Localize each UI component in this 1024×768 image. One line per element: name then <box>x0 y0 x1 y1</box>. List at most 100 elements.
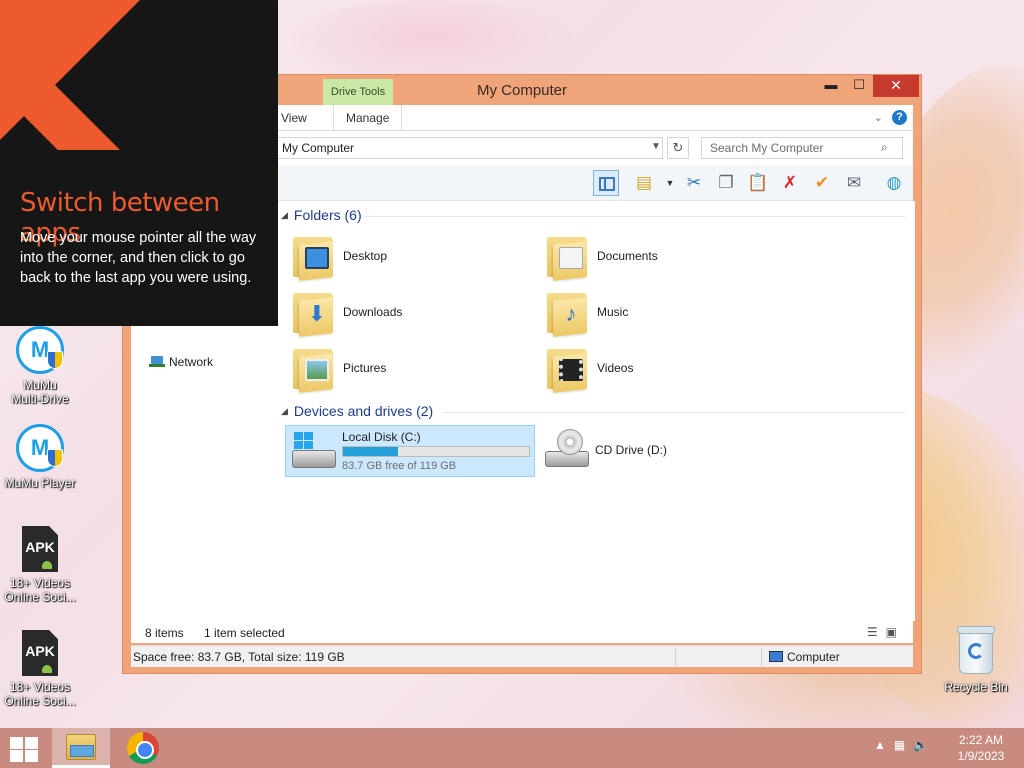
properties-dropdown-button[interactable]: ▼ <box>657 170 683 196</box>
ribbon-expand-chevron-icon[interactable]: ⌄ <box>874 111 883 124</box>
cd-drive-icon <box>543 429 591 473</box>
folder-label: Pictures <box>343 361 387 375</box>
folder-label: Videos <box>597 361 634 375</box>
desktop-icon-recycle-bin[interactable]: Recycle Bin <box>940 626 1012 694</box>
close-button[interactable]: ✕ <box>873 75 919 97</box>
folder-item-pictures[interactable]: Pictures <box>287 343 537 395</box>
search-input[interactable]: Search My Computer <box>701 137 903 159</box>
arrow-up-left-icon <box>0 0 170 150</box>
desktop-icon-label: MuMu <box>23 378 57 392</box>
taskbar-file-explorer[interactable] <box>52 728 110 768</box>
start-button[interactable] <box>8 734 40 762</box>
group-divider <box>365 216 905 217</box>
envelope-icon: ✉ <box>846 173 862 192</box>
uac-shield-icon <box>47 351 63 369</box>
layout-pane-button[interactable] <box>593 170 619 196</box>
network-status-icon[interactable]: ▦ <box>894 738 913 752</box>
drive-item-local-disk-c[interactable]: Local Disk (C:) 83.7 GB free of 119 GB <box>285 425 535 477</box>
checkmark-icon: ✔ <box>814 173 830 192</box>
folder-item-music[interactable]: ♪ Music <box>541 287 791 339</box>
delete-x-icon: ✗ <box>782 173 798 192</box>
folder-item-downloads[interactable]: ⬇ Downloads <box>287 287 537 339</box>
computer-icon <box>769 651 783 662</box>
details-bar: Space free: 83.7 GB, Total size: 119 GB … <box>131 645 913 667</box>
desktop-icon-apk-file[interactable]: APK 18+ Videos Online Soci... <box>0 630 80 708</box>
desktop-icon-mumu-player[interactable]: M MuMu Player <box>0 424 80 490</box>
search-icon[interactable]: ⌕ <box>881 140 888 155</box>
desktop-icon-label: Recycle Bin <box>944 680 1008 694</box>
refresh-button[interactable]: ↻ <box>667 137 689 159</box>
paste-button[interactable]: 📋 <box>745 170 771 196</box>
apk-file-icon: APK <box>22 630 58 676</box>
folder-item-videos[interactable]: Videos <box>541 343 791 395</box>
desktop-icon-label: 18+ Videos <box>9 680 71 694</box>
drive-item-cd-drive-d[interactable]: CD Drive (D:) <box>539 425 789 477</box>
clock[interactable]: 2:22 AM 1/9/2023 <box>946 732 1016 764</box>
maximize-button[interactable]: ☐ <box>845 75 873 97</box>
drive-usage-bar <box>342 446 530 457</box>
downloads-folder-icon: ⬇ <box>293 289 335 337</box>
taskbar: ▲▦🔈 2:22 AM 1/9/2023 <box>0 728 1024 768</box>
drive-label: CD Drive (D:) <box>595 443 667 457</box>
details-view-icon[interactable]: ☰ <box>867 625 886 639</box>
chevron-down-icon: ▼ <box>665 178 675 188</box>
collapse-caret-icon[interactable]: ◢ <box>281 210 288 220</box>
drive-free-space: 83.7 GB free of 119 GB <box>342 460 457 472</box>
copy-button[interactable]: ❐ <box>713 170 739 196</box>
properties-icon: ▤ <box>635 173 653 192</box>
address-dropdown-chevron-icon[interactable]: ▼ <box>651 141 661 152</box>
desktop-icon-label: MuMu Player <box>4 476 76 490</box>
collapse-caret-icon[interactable]: ◢ <box>281 406 288 416</box>
tab-manage[interactable]: Manage <box>333 105 403 130</box>
folder-label: Documents <box>597 249 658 263</box>
mumu-multi-drive-icon: M <box>16 326 64 374</box>
nav-item-network[interactable]: Network <box>149 355 213 369</box>
clock-date: 1/9/2023 <box>957 749 1005 763</box>
scissors-icon: ✂ <box>686 173 702 192</box>
apk-file-icon: APK <box>22 526 58 572</box>
show-hidden-icons-icon[interactable]: ▲ <box>874 738 894 752</box>
music-folder-icon: ♪ <box>547 289 589 337</box>
volume-icon[interactable]: 🔈 <box>913 738 936 752</box>
folder-item-desktop[interactable]: Desktop <box>287 231 537 283</box>
uac-shield-icon <box>47 449 63 467</box>
windows-logo-icon <box>294 432 314 450</box>
drive-label: Local Disk (C:) <box>342 430 421 444</box>
group-header-devices-and-drives[interactable]: ◢ Devices and drives (2) <box>281 403 433 419</box>
preview-pane-icon <box>599 177 615 191</box>
delete-button[interactable]: ✗ <box>777 170 803 196</box>
folder-item-documents[interactable]: Documents <box>541 231 791 283</box>
drive-usage-fill <box>343 447 399 456</box>
tip-body: Move your mouse pointer all the way into… <box>20 230 257 286</box>
nav-item-label: Network <box>169 355 214 369</box>
file-content-area: ◢ Folders (6) Desktop Documents ⬇ Downloa… <box>279 201 915 621</box>
divider <box>675 648 676 666</box>
documents-folder-icon <box>547 233 589 281</box>
desktop-icon-apk-file[interactable]: APK 18+ Videos Online Soci... <box>0 526 80 604</box>
minimize-button[interactable]: ▬ <box>817 75 845 97</box>
desktop-icon-label: Multi-Drive <box>11 392 69 406</box>
properties-button[interactable]: ▤ <box>631 170 657 196</box>
large-icons-view-icon[interactable]: ▣ <box>886 625 905 639</box>
folder-label: Downloads <box>343 305 403 319</box>
cut-button[interactable]: ✂ <box>681 170 707 196</box>
item-count: 8 items <box>145 626 184 640</box>
local-disk-icon <box>290 430 338 474</box>
system-tray: ▲▦🔈 <box>874 738 936 752</box>
recycle-bin-icon <box>957 626 995 674</box>
network-globe-button[interactable]: ◍ <box>881 170 907 196</box>
folder-label: Music <box>597 305 629 319</box>
chrome-icon <box>127 732 159 764</box>
group-header-folders[interactable]: ◢ Folders (6) <box>281 207 362 223</box>
desktop-icon-mumu-multi-drive[interactable]: M MuMu Multi-Drive <box>0 326 80 406</box>
group-divider <box>443 412 905 413</box>
switch-apps-tip: Switch between apps Move your mouse poin… <box>0 0 278 326</box>
desktop-icon-label: Online Soci... <box>4 694 76 708</box>
email-button[interactable]: ✉ <box>841 170 867 196</box>
taskbar-chrome[interactable] <box>114 728 172 768</box>
globe-icon: ◍ <box>886 173 902 192</box>
rename-button[interactable]: ✔ <box>809 170 835 196</box>
mumu-player-icon: M <box>16 424 64 472</box>
tab-view[interactable]: View <box>281 111 307 125</box>
help-icon[interactable]: ? <box>892 110 907 125</box>
